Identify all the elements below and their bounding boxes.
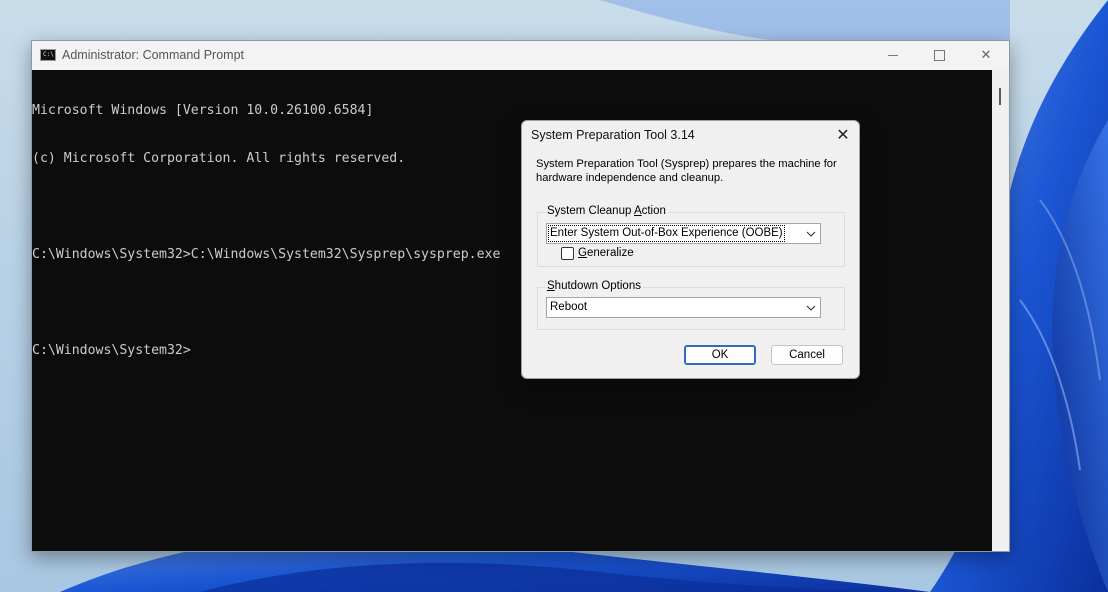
maximize-button[interactable] [916,41,962,70]
minimize-button[interactable] [870,41,916,70]
cmd-icon: C:\ [40,49,56,61]
chevron-down-icon [801,298,820,317]
generalize-checkbox[interactable] [561,246,574,260]
maximize-icon [933,50,945,61]
sysprep-dialog[interactable]: System Preparation Tool 3.14 ✕ System Pr… [521,120,860,379]
dialog-close-button[interactable]: ✕ [828,121,858,149]
cleanup-action-dropdown[interactable]: Enter System Out-of-Box Experience (OOBE… [546,223,821,244]
dialog-title: System Preparation Tool 3.14 [531,128,695,142]
console-line: Microsoft Windows [Version 10.0.26100.65… [32,103,374,118]
shutdown-options-group: Shutdown Options Reboot [537,280,845,330]
close-button[interactable]: ✕ [963,41,1009,70]
cmd-title-bar[interactable]: C:\ Administrator: Command Prompt ✕ [32,41,1009,70]
dialog-title-bar[interactable]: System Preparation Tool 3.14 ✕ [522,121,859,149]
cancel-button[interactable]: Cancel [771,345,843,365]
cmd-icon-text: C:\ [43,51,54,58]
shutdown-option-value: Reboot [550,301,588,313]
generalize-label: Generalize [578,247,634,259]
generalize-checkbox-row[interactable]: Generalize [561,245,634,261]
close-icon: ✕ [836,127,850,144]
cleanup-action-value: Enter System Out-of-Box Experience (OOBE… [548,225,785,242]
system-cleanup-label: System Cleanup Action [545,205,668,217]
vertical-scrollbar[interactable] [992,70,1009,551]
shutdown-options-label: Shutdown Options [545,280,643,292]
dialog-description: System Preparation Tool (Sysprep) prepar… [536,158,837,184]
minimize-icon [888,55,898,56]
scrollbar-thumb[interactable] [999,88,1001,105]
cmd-window-title: Administrator: Command Prompt [62,48,245,62]
shutdown-options-dropdown[interactable]: Reboot [546,297,821,318]
chevron-down-icon [801,224,820,243]
ok-button[interactable]: OK [684,345,756,365]
close-icon: ✕ [980,48,992,63]
system-cleanup-group: System Cleanup Action Enter System Out-o… [537,205,845,267]
